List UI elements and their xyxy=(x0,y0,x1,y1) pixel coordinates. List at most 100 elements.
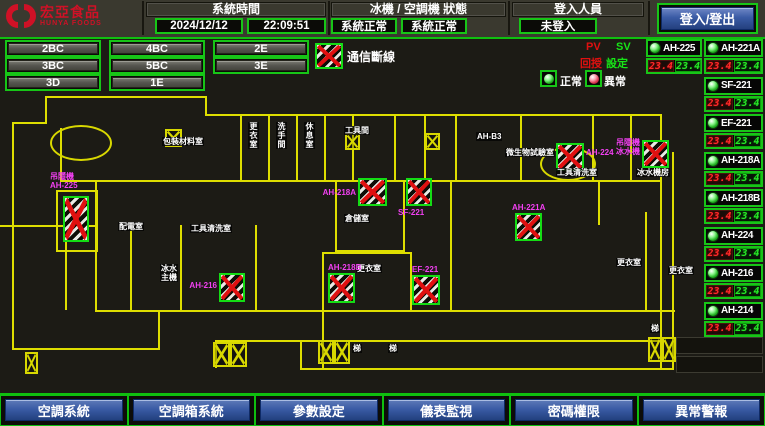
floor-button-3d[interactable]: 3D xyxy=(8,77,98,88)
nav-button-空調箱系統[interactable]: 空調箱系統 xyxy=(133,399,251,421)
map-wall xyxy=(56,190,98,192)
room-label: 休息室 xyxy=(304,122,315,149)
map-wall xyxy=(520,114,522,180)
header-divider xyxy=(142,1,144,35)
date-display: 2024/12/12 xyxy=(155,18,243,34)
floor-button-2e[interactable]: 2E xyxy=(216,43,306,54)
stairs-icon xyxy=(345,133,360,150)
unit-sv-value: 23.4 xyxy=(734,323,761,335)
stairs-icon xyxy=(425,133,440,150)
ahu-comm-loss-marker[interactable] xyxy=(63,196,89,242)
unit-label: 吊隱機冰水機 xyxy=(616,138,640,156)
map-wall xyxy=(450,180,452,310)
unit-label: AH-218B xyxy=(328,263,361,272)
unit-row-ah-218a[interactable]: AH-218A xyxy=(704,152,763,170)
unit-values-row: 23.423.4 xyxy=(704,246,763,262)
ahu-comm-loss-marker[interactable] xyxy=(412,275,440,305)
room-label: 更衣室 xyxy=(616,258,642,267)
unit-sv-value: 23.4 xyxy=(734,135,761,147)
nav-button-儀表監視[interactable]: 儀表監視 xyxy=(388,399,506,421)
nav-button-密碼權限[interactable]: 密碼權限 xyxy=(515,399,633,421)
unit-row-sf-221[interactable]: SF-221 xyxy=(704,77,763,95)
floor-button-3bc[interactable]: 3BC xyxy=(8,60,98,71)
ahu-comm-loss-marker[interactable] xyxy=(328,273,355,303)
empty-unit-slot xyxy=(676,337,763,354)
floor-button-4bc[interactable]: 4BC xyxy=(112,43,202,54)
unit-values-row: 23.423.4 xyxy=(704,171,763,187)
map-wall xyxy=(645,212,647,312)
chiller-status: 系統正常 xyxy=(331,18,397,34)
room-label: 梯 xyxy=(352,344,362,353)
header-separator xyxy=(0,37,765,39)
unit-status-led xyxy=(707,267,719,279)
unit-label: SF-221 xyxy=(398,208,424,217)
nav-button-異常警報[interactable]: 異常警報 xyxy=(643,399,761,421)
room-label: 工具清洗室 xyxy=(556,168,598,177)
ahu-status: 系統正常 xyxy=(401,18,467,34)
floor-button-2bc[interactable]: 2BC xyxy=(8,43,98,54)
floor-plan-map: 吊隱機AH-225AH-218ASF-221AH-218BEF-221AH-22… xyxy=(0,92,765,393)
floor-button-1e[interactable]: 1E xyxy=(112,77,202,88)
unit-status-led xyxy=(707,305,719,317)
unit-pv-value: 23.4 xyxy=(706,60,733,72)
unit-status-led xyxy=(707,155,719,167)
login-logout-button[interactable]: 登入/登出 xyxy=(661,7,754,30)
comm-loss-legend-label: 通信斷線 xyxy=(347,48,395,65)
header-divider xyxy=(328,1,330,35)
ahu-comm-loss-marker[interactable] xyxy=(642,140,669,168)
unit-row-ah-218b[interactable]: AH-218B xyxy=(704,189,763,207)
room-label: 包裝材料室 xyxy=(162,137,204,146)
stairs-icon xyxy=(25,352,38,374)
map-wall xyxy=(300,340,302,368)
ahu-comm-loss-marker[interactable] xyxy=(556,143,584,171)
unit-row-ah-224[interactable]: AH-224 xyxy=(704,227,763,245)
nav-button-空調系統[interactable]: 空調系統 xyxy=(5,399,123,421)
unit-label: AH-218A xyxy=(323,188,356,197)
map-wall xyxy=(96,190,98,252)
ahu-comm-loss-marker[interactable] xyxy=(406,178,432,206)
floor-button-frame: 3BC xyxy=(5,57,101,74)
map-wall xyxy=(12,122,47,124)
map-wall xyxy=(215,340,665,342)
unit-row-ah-221a[interactable]: AH-221A xyxy=(704,39,763,57)
unit-name: AH-218B xyxy=(721,193,760,204)
map-wall xyxy=(598,180,600,225)
unit-label: EF-221 xyxy=(412,265,438,274)
comm-loss-legend-icon xyxy=(315,43,343,69)
floor-button-frame: 2BC xyxy=(5,40,101,57)
unit-sv-value: 23.4 xyxy=(734,248,761,260)
ahu-comm-loss-marker[interactable] xyxy=(358,178,387,206)
map-wall xyxy=(394,114,396,180)
unit-sv-value: 23.4 xyxy=(734,210,761,222)
unit-sv-value: 23.4 xyxy=(734,173,761,185)
room-label: 更衣室 xyxy=(248,122,259,149)
stairwell-oval xyxy=(50,125,112,161)
ahu-comm-loss-marker[interactable] xyxy=(515,213,542,241)
nav-button-參數設定[interactable]: 參數設定 xyxy=(260,399,378,421)
unit-values-row: 23.423.4 xyxy=(704,321,763,337)
ahu-comm-loss-marker[interactable] xyxy=(219,273,245,302)
room-label: 工具間 xyxy=(344,126,370,135)
login-user-display: 未登入 xyxy=(519,18,597,34)
unit-status-led xyxy=(707,80,719,92)
stairs-icon xyxy=(230,342,247,367)
map-wall xyxy=(45,96,207,98)
abnormal-led-icon xyxy=(585,70,602,87)
unit-row-ef-221[interactable]: EF-221 xyxy=(704,114,763,132)
unit-row-ah-214[interactable]: AH-214 xyxy=(704,302,763,320)
unit-row-ah-225[interactable]: AH-225 xyxy=(646,39,702,57)
unit-name: EF-221 xyxy=(721,118,751,129)
room-label: 冰水主機 xyxy=(160,264,178,282)
floor-button-5bc[interactable]: 5BC xyxy=(112,60,202,71)
unit-row-ah-216[interactable]: AH-216 xyxy=(704,264,763,282)
nav-cell: 儀表監視 xyxy=(383,395,511,426)
unit-name: AH-221A xyxy=(721,43,760,54)
unit-sv-value: 23.4 xyxy=(675,60,701,72)
floor-button-frame: 4BC xyxy=(109,40,205,57)
floor-button-3e[interactable]: 3E xyxy=(216,60,306,71)
unit-values-row: 23.423.4 xyxy=(704,133,763,149)
machine-status-label: 冰機 / 空調機 狀態 xyxy=(331,2,506,17)
map-wall xyxy=(455,114,457,180)
unit-values-row: 23.423.4 xyxy=(704,96,763,112)
map-wall xyxy=(12,348,160,350)
